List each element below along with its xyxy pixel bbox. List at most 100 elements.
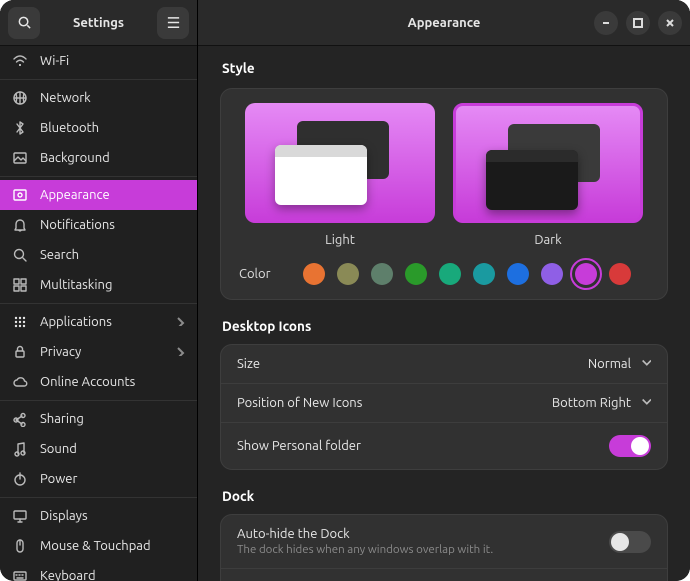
close-button[interactable] [658,11,682,35]
toggle-autohide[interactable] [609,531,651,553]
separator [0,303,197,304]
sidebar-item-label: Notifications [40,218,115,232]
sidebar-list: Wi-Fi Network Bluetooth Background Appearanc… [0,46,197,581]
sidebar-item-online[interactable]: Online Accounts [0,367,197,397]
desktop-icons-heading: Desktop Icons [222,318,668,334]
sidebar-item-label: Online Accounts [40,375,135,389]
sidebar-item-label: Privacy [40,345,81,359]
separator [0,176,197,177]
window-controls [594,11,682,35]
sidebar-item-sharing[interactable]: Sharing [0,404,197,434]
color-swatch-2[interactable] [371,263,393,285]
style-heading: Style [222,60,668,76]
color-swatch-6[interactable] [507,263,529,285]
color-swatch-7[interactable] [541,263,563,285]
sidebar-item-label: Displays [40,509,88,523]
theme-preview-dark [453,103,643,223]
color-swatch-4[interactable] [439,263,461,285]
sidebar: Settings Wi-Fi Network Bluetooth Background… [0,0,198,581]
separator [0,400,197,401]
sidebar-item-privacy[interactable]: Privacy [0,337,197,367]
page-title: Appearance [408,16,481,30]
row-icon-size[interactable]: Size Normal [221,345,667,384]
row-value: Normal [588,357,631,371]
keyboard-icon [12,568,28,581]
sidebar-item-displays[interactable]: Displays [0,501,197,531]
sidebar-header: Settings [0,0,197,46]
settings-window: Settings Wi-Fi Network Bluetooth Background… [0,0,690,581]
chevron-right-icon [175,315,185,329]
row-value: Bottom Right [552,396,631,410]
bluetooth-icon [12,120,28,136]
image-icon [12,150,28,166]
sidebar-item-label: Search [40,248,79,262]
toggle-personal-folder[interactable] [609,435,651,457]
color-swatch-0[interactable] [303,263,325,285]
sidebar-item-sound[interactable]: Sound [0,434,197,464]
main-header: Appearance [198,0,690,46]
power-icon [12,471,28,487]
sidebar-item-keyboard[interactable]: Keyboard [0,561,197,581]
style-label-dark: Dark [453,233,643,247]
dock-panel: Auto-hide the Dock The dock hides when a… [220,514,668,581]
color-swatch-9[interactable] [609,263,631,285]
search-button[interactable] [8,7,40,39]
style-option-dark[interactable]: Dark [453,103,643,247]
hamburger-button[interactable] [157,7,189,39]
sidebar-item-label: Sound [40,442,77,456]
sidebar-item-notifications[interactable]: Notifications [0,210,197,240]
style-label-light: Light [245,233,435,247]
row-label: Size [237,357,588,371]
wifi-icon [12,53,28,69]
content[interactable]: Style Light Dark [198,46,690,581]
sidebar-item-label: Appearance [40,188,110,202]
share-icon [12,411,28,427]
mouse-icon [12,538,28,554]
color-swatch-8[interactable] [575,263,597,285]
maximize-button[interactable] [626,11,650,35]
row-title: Auto-hide the Dock [237,527,609,541]
sidebar-item-mouse[interactable]: Mouse & Touchpad [0,531,197,561]
style-option-light[interactable]: Light [245,103,435,247]
sidebar-item-bluetooth[interactable]: Bluetooth [0,113,197,143]
note-icon [12,441,28,457]
dock-heading: Dock [222,488,668,504]
sidebar-item-appearance[interactable]: Appearance [0,180,197,210]
grid-icon [12,314,28,330]
color-swatch-1[interactable] [337,263,359,285]
multitask-icon [12,277,28,293]
sidebar-item-label: Applications [40,315,112,329]
theme-preview-light [245,103,435,223]
sidebar-item-network[interactable]: Network [0,83,197,113]
sidebar-item-label: Keyboard [40,569,96,581]
sidebar-item-background[interactable]: Background [0,143,197,173]
sidebar-item-search[interactable]: Search [0,240,197,270]
sidebar-item-multitasking[interactable]: Multitasking [0,270,197,300]
chevron-down-icon [641,357,651,371]
style-panel: Light Dark Color [220,88,668,300]
sidebar-title: Settings [48,16,149,30]
sidebar-item-applications[interactable]: Applications [0,307,197,337]
sidebar-item-label: Power [40,472,77,486]
sidebar-item-label: Mouse & Touchpad [40,539,151,553]
bell-icon [12,217,28,233]
display-icon [12,508,28,524]
row-subtitle: The dock hides when any windows overlap … [237,543,609,556]
color-swatch-5[interactable] [473,263,495,285]
color-swatch-3[interactable] [405,263,427,285]
row-label: Position of New Icons [237,396,552,410]
row-label: Auto-hide the Dock The dock hides when a… [237,527,609,556]
cloud-icon [12,374,28,390]
sidebar-item-label: Wi-Fi [40,54,69,68]
sidebar-item-wifi[interactable]: Wi-Fi [0,46,197,76]
sidebar-item-label: Sharing [40,412,84,426]
row-autohide: Auto-hide the Dock The dock hides when a… [221,515,667,569]
minimize-button[interactable] [594,11,618,35]
sidebar-item-label: Network [40,91,91,105]
sidebar-item-power[interactable]: Power [0,464,197,494]
globe-icon [12,90,28,106]
row-icon-position[interactable]: Position of New Icons Bottom Right [221,384,667,423]
chevron-right-icon [175,345,185,359]
sidebar-item-label: Background [40,151,110,165]
sidebar-item-label: Multitasking [40,278,112,292]
